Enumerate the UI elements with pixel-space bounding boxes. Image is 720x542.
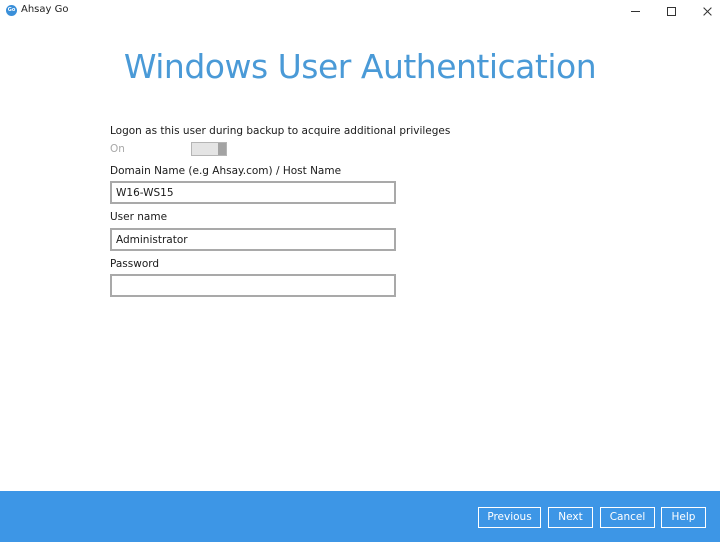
domain-label: Domain Name (e.g Ahsay.com) / Host Name	[110, 165, 342, 177]
previous-button[interactable]: Previous	[478, 507, 541, 528]
close-icon	[702, 6, 713, 17]
minimize-button[interactable]	[618, 0, 652, 22]
minimize-icon	[630, 10, 640, 12]
logon-as-user-label: Logon as this user during backup to acqu…	[110, 125, 451, 137]
app-logo-icon: Go	[6, 5, 17, 16]
password-input[interactable]	[110, 274, 396, 297]
help-button[interactable]: Help	[661, 507, 706, 528]
page-title: Windows User Authentication	[123, 47, 597, 86]
cancel-button[interactable]: Cancel	[600, 507, 655, 528]
app-title: Ahsay Go	[21, 4, 69, 15]
username-input[interactable]	[110, 228, 396, 251]
title-bar: Go Ahsay Go	[0, 0, 720, 22]
maximize-icon	[666, 6, 676, 16]
domain-input[interactable]	[110, 181, 396, 204]
logon-toggle-switch[interactable]	[191, 142, 227, 156]
footer-bar: Previous Next Cancel Help	[0, 491, 720, 542]
toggle-state-label: On	[110, 143, 125, 155]
close-button[interactable]	[690, 0, 720, 22]
toggle-knob[interactable]	[218, 143, 226, 155]
password-label: Password	[110, 258, 160, 270]
username-label: User name	[110, 211, 168, 223]
app-window: Go Ahsay Go Windows User Authentication …	[0, 0, 720, 542]
maximize-button[interactable]	[654, 0, 688, 22]
next-button[interactable]: Next	[548, 507, 593, 528]
